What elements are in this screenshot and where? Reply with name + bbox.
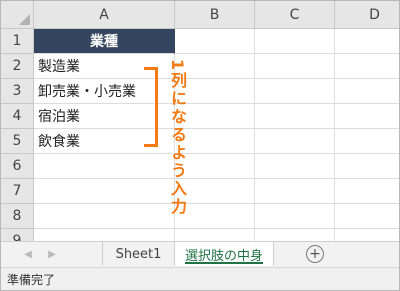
cell-b6[interactable] (175, 154, 255, 179)
cell-c7[interactable] (255, 179, 335, 204)
cell-d9[interactable] (335, 229, 399, 241)
row-header-7[interactable]: 7 (1, 179, 34, 204)
cell-c9[interactable] (255, 229, 335, 241)
scroll-tabs-left-icon[interactable]: ◀ (21, 247, 35, 261)
cell-c6[interactable] (255, 154, 335, 179)
cell-d1[interactable] (335, 29, 399, 54)
row-header-2[interactable]: 2 (1, 54, 34, 79)
cell-b3[interactable] (175, 79, 255, 104)
column-header-b[interactable]: B (175, 1, 255, 29)
cell-a9[interactable] (34, 229, 175, 241)
row-header-9[interactable]: 9 (1, 229, 34, 241)
sheet-tab-bar: ◀ ▶ Sheet1 選択肢の中身 + (1, 241, 399, 267)
column-header-c[interactable]: C (255, 1, 335, 29)
row-header-5[interactable]: 5 (1, 129, 34, 154)
cell-d4[interactable] (335, 104, 399, 129)
cell-d3[interactable] (335, 79, 399, 104)
cell-b7[interactable] (175, 179, 255, 204)
column-header-a[interactable]: A (34, 1, 175, 29)
cell-c2[interactable] (255, 54, 335, 79)
cell-a6[interactable] (34, 154, 175, 179)
annotation-bracket (144, 67, 158, 147)
cell-a1[interactable]: 業種 (34, 29, 175, 54)
cell-b8[interactable] (175, 204, 255, 229)
scroll-tabs-right-icon[interactable]: ▶ (45, 247, 59, 261)
sheet-tab-sheet1[interactable]: Sheet1 (102, 242, 174, 266)
cell-b5[interactable] (175, 129, 255, 154)
column-header-d[interactable]: D (335, 1, 399, 29)
select-all-icon (19, 14, 30, 25)
row-header-1[interactable]: 1 (1, 29, 34, 54)
annotation-note: 1列になるよう入力 (168, 59, 187, 217)
spreadsheet-grid: A B C D 1 2 3 4 5 6 7 8 9 業種 製造業 卸売業・小売業… (1, 1, 399, 241)
row-header-8[interactable]: 8 (1, 204, 34, 229)
cell-c1[interactable] (255, 29, 335, 54)
cell-c5[interactable] (255, 129, 335, 154)
cell-d5[interactable] (335, 129, 399, 154)
sheet-tab-active[interactable]: 選択肢の中身 (174, 242, 274, 266)
row-header-6[interactable]: 6 (1, 154, 34, 179)
plus-circle-icon[interactable]: + (306, 245, 324, 263)
cell-b9[interactable] (175, 229, 255, 241)
cell-c3[interactable] (255, 79, 335, 104)
cell-c4[interactable] (255, 104, 335, 129)
cell-c8[interactable] (255, 204, 335, 229)
cell-a8[interactable] (34, 204, 175, 229)
row-header-4[interactable]: 4 (1, 104, 34, 129)
row-header-3[interactable]: 3 (1, 79, 34, 104)
cell-b1[interactable] (175, 29, 255, 54)
status-text: 準備完了 (7, 272, 56, 287)
cell-d2[interactable] (335, 54, 399, 79)
cell-a7[interactable] (34, 179, 175, 204)
cell-d7[interactable] (335, 179, 399, 204)
select-all-corner[interactable] (1, 1, 34, 29)
cell-d6[interactable] (335, 154, 399, 179)
cell-b4[interactable] (175, 104, 255, 129)
cell-d8[interactable] (335, 204, 399, 229)
cell-b2[interactable] (175, 54, 255, 79)
status-bar: 準備完了 (1, 267, 399, 290)
